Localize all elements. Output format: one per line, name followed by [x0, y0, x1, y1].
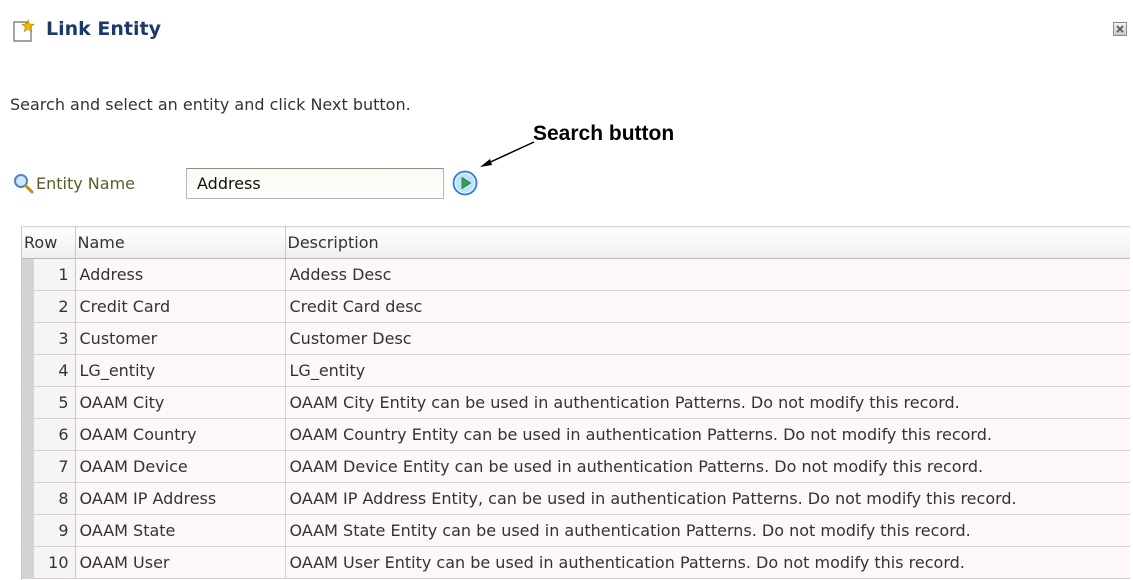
- entity-name-label: Entity Name: [36, 174, 135, 193]
- row-number: 3: [22, 322, 76, 355]
- entity-name-cell: OAAM IP Address: [75, 482, 286, 515]
- entity-name-cell: OAAM City: [75, 386, 286, 419]
- row-number: 8: [22, 482, 76, 515]
- table-row[interactable]: 8 OAAM IP Address OAAM IP Address Entity…: [22, 482, 1130, 515]
- entity-description-cell: Credit Card desc: [285, 290, 1130, 323]
- row-number: 4: [22, 354, 76, 387]
- table-row[interactable]: 10 OAAM User OAAM User Entity can be use…: [22, 546, 1130, 579]
- search-row: Entity Name: [12, 168, 492, 200]
- column-header-description[interactable]: Description: [285, 226, 1130, 259]
- entity-description-cell: Addess Desc: [285, 258, 1130, 291]
- entity-name-cell: Address: [75, 258, 286, 291]
- entity-description-cell: Customer Desc: [285, 322, 1130, 355]
- annotation-label: Search button: [533, 122, 675, 145]
- entity-name-cell: Customer: [75, 322, 286, 355]
- entity-table: Row Name Description 1 Address Addess De…: [21, 226, 1130, 580]
- magnifier-icon: [12, 172, 34, 198]
- table-row[interactable]: 5 OAAM City OAAM City Entity can be used…: [22, 386, 1130, 419]
- table-row[interactable]: 4 LG_entity LG_entity: [22, 354, 1130, 387]
- dialog-titlebar: Link Entity: [0, 0, 1133, 62]
- row-number: 10: [22, 546, 76, 579]
- table-header-row: Row Name Description: [22, 226, 1130, 259]
- row-number: 9: [22, 514, 76, 547]
- entity-name-cell: Credit Card: [75, 290, 286, 323]
- entity-description-cell: OAAM IP Address Entity, can be used in a…: [285, 482, 1130, 515]
- entity-description-cell: OAAM State Entity can be used in authent…: [285, 514, 1130, 547]
- entity-description-cell: OAAM Country Entity can be used in authe…: [285, 418, 1130, 451]
- close-icon: [1116, 25, 1124, 33]
- row-number: 7: [22, 450, 76, 483]
- entity-description-cell: OAAM User Entity can be used in authenti…: [285, 546, 1130, 579]
- play-arrow-icon: [452, 170, 478, 196]
- close-button[interactable]: [1113, 22, 1127, 36]
- row-number: 1: [22, 258, 76, 291]
- row-number: 2: [22, 290, 76, 323]
- entity-name-cell: OAAM Device: [75, 450, 286, 483]
- row-number: 5: [22, 386, 76, 419]
- entity-name-cell: LG_entity: [75, 354, 286, 387]
- dialog-title: Link Entity: [46, 18, 161, 40]
- table-row[interactable]: 6 OAAM Country OAAM Country Entity can b…: [22, 418, 1130, 451]
- entity-name-input[interactable]: [186, 168, 444, 199]
- row-number: 6: [22, 418, 76, 451]
- entity-description-cell: OAAM Device Entity can be used in authen…: [285, 450, 1130, 483]
- entity-name-cell: OAAM State: [75, 514, 286, 547]
- table-row[interactable]: 1 Address Addess Desc: [22, 258, 1130, 291]
- entity-name-cell: OAAM User: [75, 546, 286, 579]
- column-header-row[interactable]: Row: [22, 226, 76, 259]
- table-row[interactable]: 2 Credit Card Credit Card desc: [22, 290, 1130, 323]
- column-header-name[interactable]: Name: [75, 226, 286, 259]
- annotation-arrow-icon: [480, 141, 535, 167]
- search-button[interactable]: [452, 170, 478, 196]
- table-row[interactable]: 3 Customer Customer Desc: [22, 322, 1130, 355]
- entity-description-cell: OAAM City Entity can be used in authenti…: [285, 386, 1130, 419]
- entity-description-cell: LG_entity: [285, 354, 1130, 387]
- entity-name-cell: OAAM Country: [75, 418, 286, 451]
- table-row[interactable]: 9 OAAM State OAAM State Entity can be us…: [22, 514, 1130, 547]
- instruction-text: Search and select an entity and click Ne…: [10, 95, 411, 114]
- table-row[interactable]: 7 OAAM Device OAAM Device Entity can be …: [22, 450, 1130, 483]
- new-document-star-icon: [12, 19, 36, 43]
